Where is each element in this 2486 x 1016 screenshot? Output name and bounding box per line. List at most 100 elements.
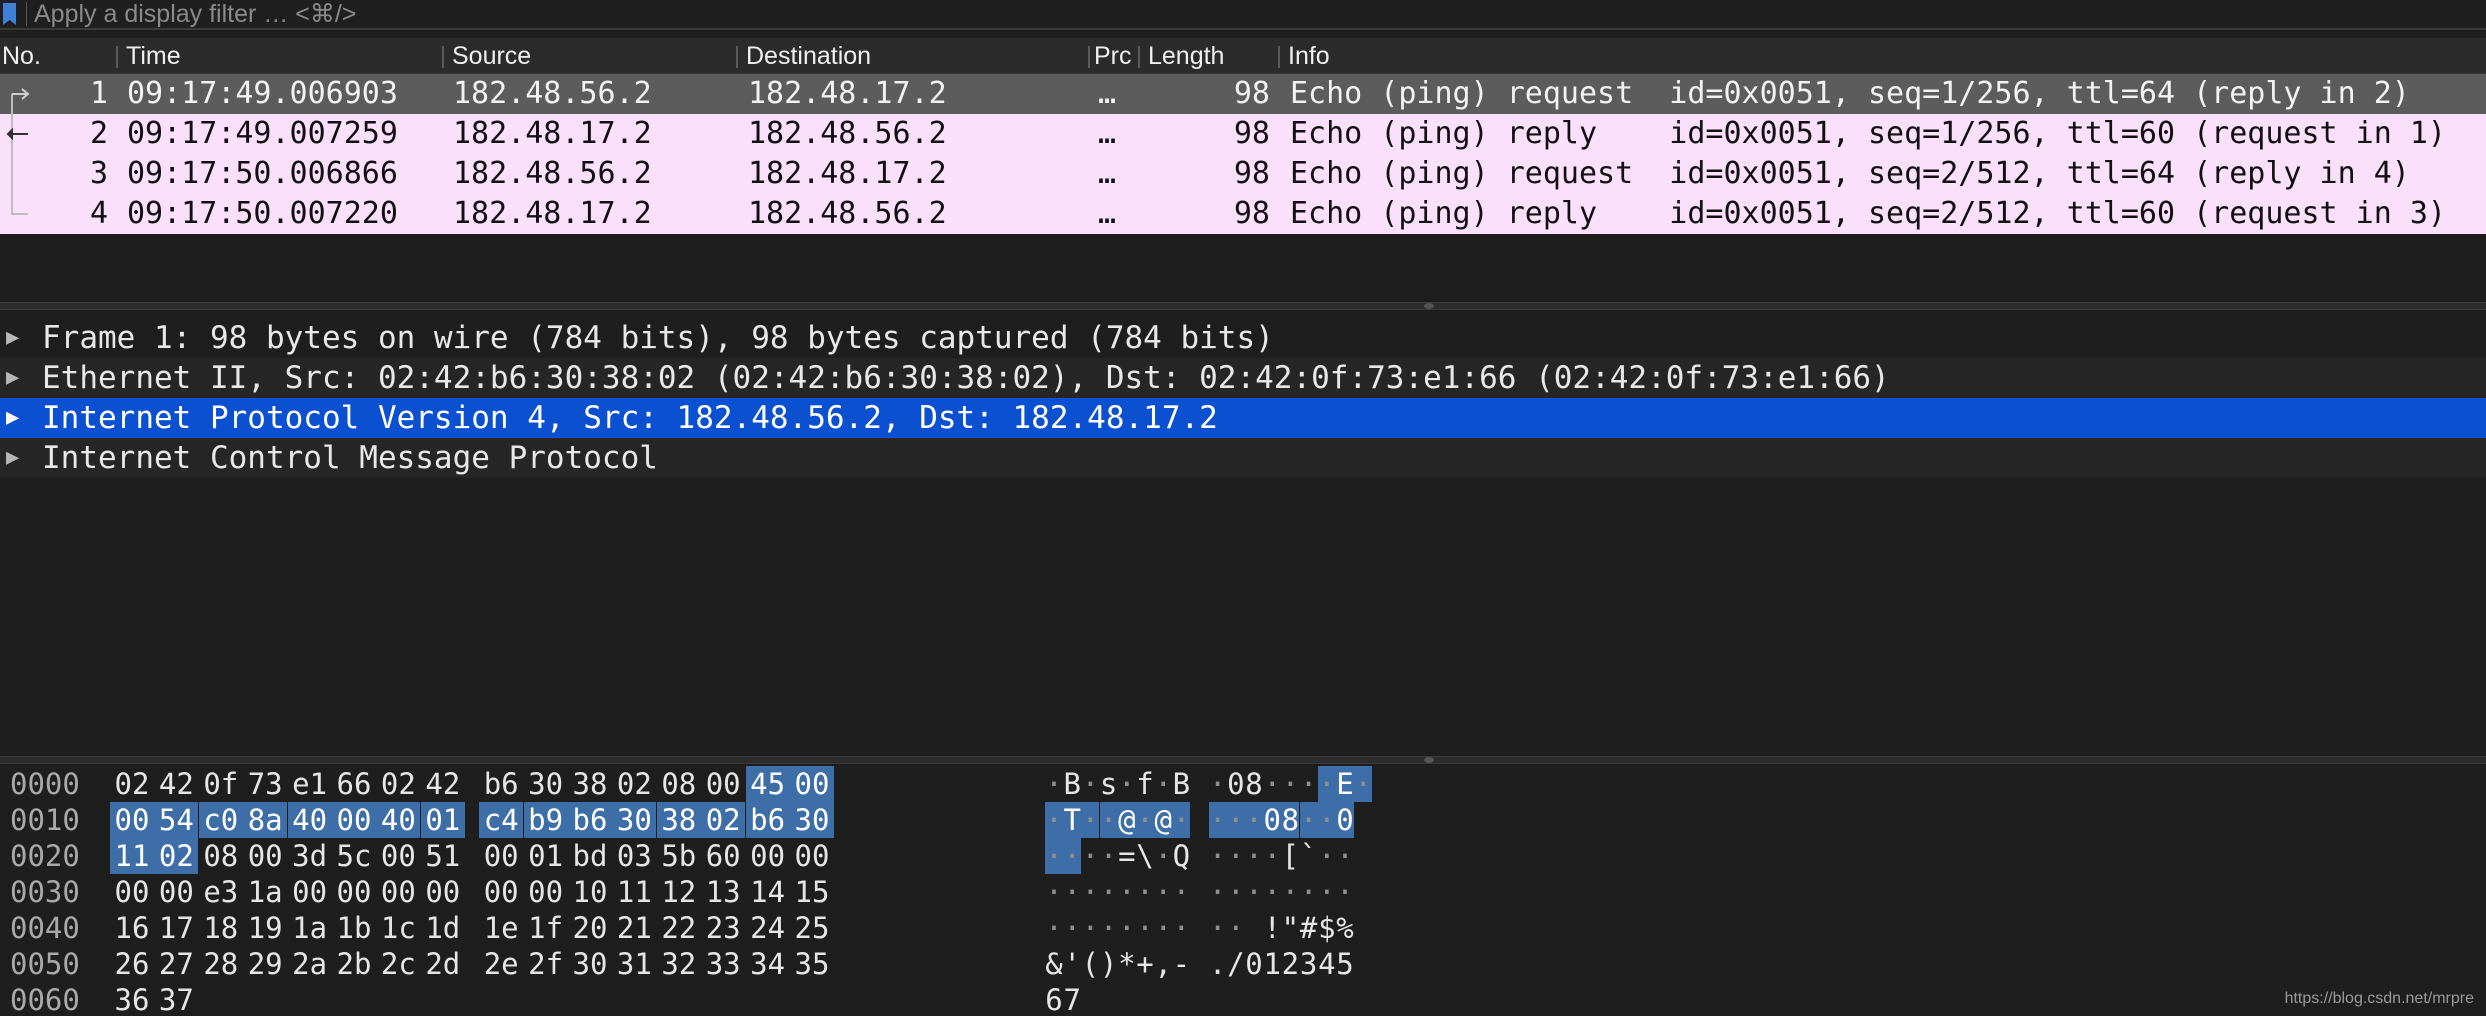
- ascii-char[interactable]: B: [1063, 766, 1081, 802]
- ascii-char[interactable]: &: [1045, 946, 1063, 982]
- ascii-char[interactable]: ·: [1172, 910, 1190, 946]
- hex-byte[interactable]: 1f: [524, 910, 568, 946]
- hex-byte[interactable]: 1a: [243, 874, 287, 910]
- ascii-char[interactable]: ·: [1299, 802, 1318, 838]
- ascii-char[interactable]: 5: [1336, 946, 1354, 982]
- ascii-char[interactable]: ·: [1136, 802, 1154, 838]
- ascii-char[interactable]: ·: [1118, 766, 1136, 802]
- ascii-char[interactable]: ): [1100, 946, 1118, 982]
- hex-byte[interactable]: 40: [287, 802, 332, 838]
- hex-byte[interactable]: 08: [657, 766, 701, 802]
- ascii-char[interactable]: [: [1281, 838, 1299, 874]
- detail-row-frame[interactable]: ▶ Frame 1: 98 bytes on wire (784 bits), …: [0, 318, 2486, 358]
- ascii-char[interactable]: ·: [1154, 874, 1172, 910]
- hex-byte[interactable]: 11: [110, 838, 154, 874]
- hex-byte[interactable]: e3: [199, 874, 243, 910]
- hex-byte[interactable]: 2a: [288, 946, 332, 982]
- hex-byte[interactable]: 27: [154, 946, 198, 982]
- hex-byte[interactable]: c4: [479, 802, 524, 838]
- ascii-char[interactable]: ·: [1045, 910, 1063, 946]
- hex-byte[interactable]: 0f: [199, 766, 243, 802]
- hex-byte[interactable]: 00: [524, 874, 568, 910]
- hex-byte[interactable]: 00: [790, 838, 834, 874]
- hex-byte[interactable]: 30: [524, 766, 568, 802]
- column-divider[interactable]: [1138, 46, 1140, 68]
- hex-byte[interactable]: 00: [701, 766, 745, 802]
- hex-byte[interactable]: 00: [154, 874, 198, 910]
- hex-byte[interactable]: 02: [110, 766, 154, 802]
- hex-byte[interactable]: 23: [701, 910, 745, 946]
- hex-byte[interactable]: 2d: [421, 946, 465, 982]
- ascii-char[interactable]: ·: [1136, 874, 1154, 910]
- ascii-char[interactable]: 6: [1045, 982, 1063, 1016]
- hex-byte[interactable]: 01: [420, 802, 465, 838]
- ascii-char[interactable]: *: [1118, 946, 1136, 982]
- hex-byte[interactable]: b6: [479, 766, 523, 802]
- ascii-char[interactable]: 8: [1245, 766, 1263, 802]
- hex-byte[interactable]: 30: [612, 802, 657, 838]
- hex-byte[interactable]: 00: [376, 838, 420, 874]
- hex-byte[interactable]: 33: [701, 946, 745, 982]
- packet-row[interactable]: 1 09:17:49.006903 182.48.56.2 182.48.17.…: [0, 74, 2486, 114]
- hex-byte[interactable]: 00: [376, 874, 420, 910]
- hex-byte[interactable]: 14: [746, 874, 790, 910]
- ascii-char[interactable]: ·: [1045, 874, 1063, 910]
- display-filter-input[interactable]: Apply a display filter … <⌘/>: [34, 0, 356, 28]
- ascii-char[interactable]: 0: [1263, 802, 1282, 838]
- column-header-no[interactable]: No.: [2, 38, 112, 74]
- ascii-char[interactable]: ·: [1317, 766, 1336, 802]
- hex-byte[interactable]: 5b: [657, 838, 701, 874]
- ascii-char[interactable]: /: [1227, 946, 1245, 982]
- hex-byte[interactable]: 24: [746, 910, 790, 946]
- hex-byte[interactable]: 00: [421, 874, 465, 910]
- ascii-char[interactable]: ·: [1318, 874, 1336, 910]
- ascii-char[interactable]: ·: [1045, 766, 1063, 802]
- hex-byte[interactable]: 66: [332, 766, 376, 802]
- hex-byte[interactable]: 00: [243, 838, 287, 874]
- ascii-char[interactable]: @: [1117, 802, 1136, 838]
- column-header-info[interactable]: Info: [1288, 38, 1688, 74]
- ascii-char[interactable]: ·: [1063, 910, 1081, 946]
- disclosure-triangle-icon[interactable]: ▶: [6, 358, 19, 398]
- ascii-char[interactable]: 0: [1227, 766, 1245, 802]
- hex-byte[interactable]: bd: [568, 838, 612, 874]
- hex-byte[interactable]: 00: [332, 802, 376, 838]
- hex-byte[interactable]: 02: [701, 802, 746, 838]
- ascii-char[interactable]: f: [1136, 766, 1154, 802]
- ascii-char[interactable]: ·: [1063, 838, 1082, 874]
- hex-byte[interactable]: b9: [523, 802, 568, 838]
- column-header-protocol[interactable]: Prc: [1094, 38, 1138, 74]
- hex-byte[interactable]: 8a: [243, 802, 288, 838]
- hex-byte[interactable]: 11: [612, 874, 656, 910]
- hex-byte[interactable]: 18: [199, 910, 243, 946]
- ascii-char[interactable]: ·: [1081, 838, 1099, 874]
- ascii-char[interactable]: ': [1063, 946, 1081, 982]
- hex-byte[interactable]: 30: [790, 802, 834, 838]
- hex-byte[interactable]: 5c: [332, 838, 376, 874]
- ascii-char[interactable]: ·: [1081, 802, 1100, 838]
- ascii-char[interactable]: ·: [1063, 874, 1081, 910]
- hex-byte[interactable]: 1a: [288, 910, 332, 946]
- ascii-char[interactable]: `: [1300, 838, 1318, 874]
- hex-byte[interactable]: 42: [154, 766, 198, 802]
- hex-byte[interactable]: 21: [612, 910, 656, 946]
- detail-row-ethernet[interactable]: ▶ Ethernet II, Src: 02:42:b6:30:38:02 (0…: [0, 358, 2486, 398]
- ascii-char[interactable]: 0: [1245, 946, 1263, 982]
- hex-byte[interactable]: 2b: [332, 946, 376, 982]
- ascii-char[interactable]: \: [1136, 838, 1154, 874]
- ascii-char[interactable]: ·: [1136, 910, 1154, 946]
- ascii-char[interactable]: [1245, 910, 1263, 946]
- hex-byte[interactable]: 00: [746, 838, 790, 874]
- splitter-handle-icon[interactable]: [1424, 303, 1434, 309]
- ascii-char[interactable]: ·: [1245, 874, 1263, 910]
- ascii-char[interactable]: ·: [1209, 766, 1227, 802]
- hex-byte[interactable]: 01: [524, 838, 568, 874]
- hex-byte[interactable]: b6: [745, 802, 790, 838]
- hex-byte[interactable]: 3d: [288, 838, 332, 874]
- ascii-char[interactable]: 0: [1336, 802, 1354, 838]
- ascii-char[interactable]: ·: [1354, 766, 1373, 802]
- ascii-char[interactable]: %: [1336, 910, 1354, 946]
- hex-byte[interactable]: 02: [376, 766, 420, 802]
- hex-byte[interactable]: 15: [790, 874, 834, 910]
- ascii-char[interactable]: ·: [1154, 766, 1172, 802]
